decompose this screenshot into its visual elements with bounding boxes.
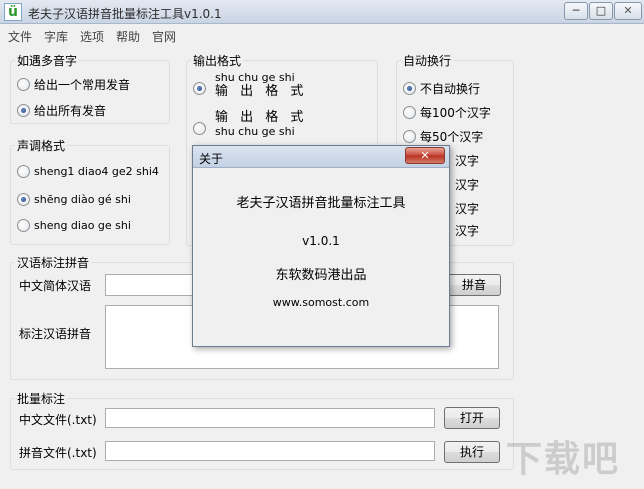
minimize-button[interactable]: ─ bbox=[564, 2, 588, 20]
radio-label: 给出所有发音 bbox=[34, 103, 107, 118]
about-website[interactable]: www.somost.com bbox=[193, 296, 449, 309]
autowrap-option-100[interactable]: 每100个汉字 bbox=[403, 103, 491, 121]
radio-label: 每50个汉字 bbox=[420, 129, 484, 144]
tone-group-label: 声调格式 bbox=[15, 137, 68, 154]
menu-options[interactable]: 选项 bbox=[80, 28, 104, 45]
menu-website[interactable]: 官网 bbox=[152, 28, 176, 45]
radio-icon bbox=[193, 121, 206, 135]
menu-file[interactable]: 文件 bbox=[8, 28, 32, 45]
format-line-1: 输 出 格 式 bbox=[215, 110, 308, 125]
chinese-input-label: 中文简体汉语 bbox=[19, 279, 92, 293]
about-dialog-title: 关于 bbox=[199, 152, 224, 166]
radio-label: 不自动换行 bbox=[420, 81, 481, 96]
radio-label: 给出一个常用发音 bbox=[34, 77, 131, 92]
pinyin-button[interactable]: 拼音 bbox=[447, 274, 501, 296]
radio-icon bbox=[193, 81, 206, 95]
radio-label: shēng diào gé shi bbox=[34, 192, 131, 206]
app-icon: ü bbox=[4, 3, 22, 21]
title-bar: ü 老夫子汉语拼音批量标注工具v1.0.1 ─ □ ✕ bbox=[0, 0, 644, 24]
radio-icon bbox=[403, 81, 416, 95]
radio-icon bbox=[17, 192, 30, 206]
open-button[interactable]: 打开 bbox=[444, 407, 500, 429]
tone-option-numbers[interactable]: sheng1 diao4 ge2 shi4 bbox=[17, 162, 159, 180]
format-line-2: shu chu ge shi bbox=[215, 125, 295, 138]
tone-group: 声调格式 sheng1 diao4 ge2 shi4 shēng diào gé… bbox=[10, 137, 170, 245]
execute-button[interactable]: 执行 bbox=[444, 441, 500, 463]
about-publisher: 东软数码港出品 bbox=[275, 268, 367, 283]
radio-icon bbox=[403, 105, 416, 119]
chinese-input[interactable] bbox=[105, 274, 195, 296]
batch-group-label: 批量标注 bbox=[15, 390, 68, 407]
chinese-file-input[interactable] bbox=[105, 408, 435, 428]
radio-label: 汉字 bbox=[455, 153, 480, 168]
autowrap-option-5[interactable]: 汉字 bbox=[455, 175, 479, 193]
batch-group: 批量标注 中文文件(.txt) 打开 拼音文件(.txt) 执行 bbox=[10, 390, 514, 470]
pinyin-output-label: 标注汉语拼音 bbox=[19, 327, 92, 341]
output-option-hanzi-top-label: 输 出 格 式 shu chu ge shi bbox=[215, 111, 307, 139]
polyphone-option-common[interactable]: 给出一个常用发音 bbox=[17, 75, 130, 93]
pinyin-file-input[interactable] bbox=[105, 441, 435, 461]
format-line-2: 输 出 格 式 bbox=[215, 84, 308, 99]
watermark-text: 下载吧 bbox=[506, 439, 621, 480]
about-app-name: 老夫子汉语拼音批量标注工具 bbox=[236, 196, 406, 211]
about-close-button[interactable]: ✕ bbox=[405, 147, 445, 164]
radio-label: 每100个汉字 bbox=[420, 105, 491, 120]
menu-bar: 文件 字库 选项 帮助 官网 bbox=[0, 25, 644, 45]
about-dialog: 关于 ✕ 老夫子汉语拼音批量标注工具 v1.0.1 东软数码港出品 www.so… bbox=[192, 145, 450, 347]
radio-icon bbox=[17, 218, 30, 232]
autowrap-option-7[interactable]: 汉字 bbox=[455, 221, 479, 239]
polyphone-option-all[interactable]: 给出所有发音 bbox=[17, 101, 106, 119]
radio-label: 汉字 bbox=[455, 177, 480, 192]
polyphone-group: 如遇多音字 给出一个常用发音 给出所有发音 bbox=[10, 52, 170, 124]
maximize-button[interactable]: □ bbox=[589, 2, 613, 20]
radio-label: sheng diao ge shi bbox=[34, 218, 131, 232]
output-format-group-label: 输出格式 bbox=[191, 52, 244, 69]
pinyin-file-label: 拼音文件(.txt) bbox=[19, 446, 97, 460]
about-dialog-title-bar: 关于 ✕ bbox=[193, 146, 449, 168]
output-option-pinyin-top-label: shu chu ge shi 输 出 格 式 bbox=[215, 71, 307, 99]
radio-label: 汉字 bbox=[455, 223, 480, 238]
chinese-file-label: 中文文件(.txt) bbox=[19, 413, 97, 427]
radio-label: sheng1 diao4 ge2 shi4 bbox=[34, 164, 159, 178]
radio-icon bbox=[17, 164, 30, 178]
output-option-pinyin-top[interactable] bbox=[193, 79, 210, 97]
autowrap-option-4[interactable]: 汉字 bbox=[455, 151, 479, 169]
tone-option-none[interactable]: sheng diao ge shi bbox=[17, 216, 131, 234]
window-title: 老夫子汉语拼音批量标注工具v1.0.1 bbox=[28, 7, 222, 21]
output-option-hanzi-top[interactable] bbox=[193, 119, 210, 137]
radio-icon bbox=[17, 103, 30, 117]
annotate-group-label: 汉语标注拼音 bbox=[15, 254, 92, 271]
format-line-1: shu chu ge shi bbox=[215, 71, 295, 84]
tone-option-marks[interactable]: shēng diào gé shi bbox=[17, 190, 131, 208]
autowrap-option-50[interactable]: 每50个汉字 bbox=[403, 127, 483, 145]
radio-icon bbox=[403, 129, 416, 143]
about-version: v1.0.1 bbox=[302, 234, 340, 248]
radio-icon bbox=[17, 77, 30, 91]
autowrap-option-6[interactable]: 汉字 bbox=[455, 199, 479, 217]
close-button[interactable]: ✕ bbox=[614, 2, 642, 20]
watermark: 下载吧 bbox=[506, 420, 636, 480]
menu-help[interactable]: 帮助 bbox=[116, 28, 140, 45]
menu-dictionary[interactable]: 字库 bbox=[44, 28, 68, 45]
autowrap-group-label: 自动换行 bbox=[401, 52, 454, 69]
radio-label: 汉字 bbox=[455, 201, 480, 216]
autowrap-option-none[interactable]: 不自动换行 bbox=[403, 79, 480, 97]
main-window: ü 老夫子汉语拼音批量标注工具v1.0.1 ─ □ ✕ 文件 字库 选项 帮助 … bbox=[0, 0, 644, 489]
polyphone-group-label: 如遇多音字 bbox=[15, 52, 80, 69]
